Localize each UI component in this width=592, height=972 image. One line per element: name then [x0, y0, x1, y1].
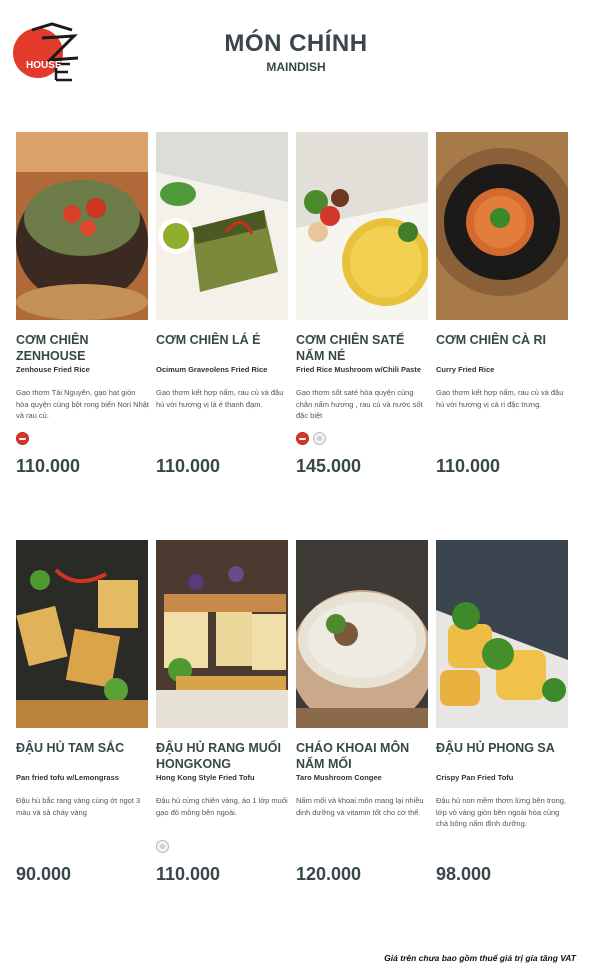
- dish-english-name: Crispy Pan Fried Tofu: [436, 773, 514, 782]
- dish-english-name: Fried Rice Mushroom w/Chili Paste: [296, 365, 422, 374]
- dish-badges: [16, 432, 33, 446]
- dish-description: Gạo thơm Tài Nguyên, gạo hạt giòn hòa qu…: [16, 388, 150, 420]
- dish-description: Gạo thơm kết hợp nấm, rau củ và đậu hủ v…: [156, 388, 284, 409]
- dish-description: Đậu hủ bắc rang vàng cùng ớt ngọt 3 màu …: [16, 796, 141, 817]
- dish-price: 120.000: [296, 864, 362, 884]
- dish-name: ĐẬU HỦ TAM SẮC: [16, 741, 125, 755]
- dish-price: 110.000: [156, 864, 221, 884]
- dish-photo: [156, 132, 288, 320]
- dish-price: 110.000: [16, 456, 81, 476]
- dish-badges: [296, 432, 330, 446]
- dish-description: Gạo thơm kết hợp nấm, rau củ và đậu hủ v…: [436, 388, 564, 409]
- vegetarian-badge-icon: [313, 432, 326, 445]
- dish-english-name: Ocimum Graveolens Fried Rice: [156, 365, 268, 374]
- dish-photo: [296, 132, 428, 320]
- dish-english-name: Hong Kong Style Fried Tofu: [156, 773, 255, 782]
- dish-price: 110.000: [156, 456, 221, 476]
- spicy-badge-icon: [16, 432, 29, 445]
- dish-description: Đậu hủ cừng chiên vàng, áo 1 lớp muối gạ…: [156, 796, 288, 817]
- dish-name: CƠM CHIÊN LÁ É: [156, 333, 261, 347]
- dish-english-name: Taro Mushroom Congee: [296, 773, 382, 782]
- dish-badges: [156, 840, 173, 854]
- dish-description: Gạo thơm sốt saté hòa quyện cùng chân nấ…: [296, 388, 423, 420]
- dish-photo: [16, 132, 148, 320]
- dish-english-name: Zenhouse Fried Rice: [16, 365, 90, 374]
- dish-photo: [296, 540, 428, 728]
- dish-photo: [16, 540, 148, 728]
- vat-footnote: Giá trên chưa bao gồm thuế giá trị gia t…: [384, 953, 576, 963]
- dish-english-name: Pan fried tofu w/Lemongrass: [16, 773, 119, 782]
- dish-description: Đậu hủ non mềm thơm lừng bên trong, lớp …: [436, 796, 567, 828]
- dish-name: CƠM CHIÊN SATẾ NẤM NÉ: [296, 333, 405, 363]
- dish-english-name: Curry Fried Rice: [436, 365, 495, 374]
- dish-price: 110.000: [436, 456, 501, 476]
- spicy-badge-icon: [296, 432, 309, 445]
- page-subtitle: MAINDISH: [266, 60, 326, 74]
- dish-description: Nấm mối và khoai môn mang lại nhiều dinh…: [296, 796, 424, 817]
- dish-price: 98.000: [436, 864, 492, 884]
- dish-photo: [156, 540, 288, 728]
- dish-name: ĐẬU HỦ PHONG SA: [436, 741, 555, 755]
- vegetarian-badge-icon: [156, 840, 169, 853]
- dish-photo: [436, 540, 568, 728]
- dish-name: ĐẬU HỦ RANG MUỐI HONGKONG: [156, 741, 281, 771]
- page-title: MÓN CHÍNH: [224, 30, 368, 57]
- dish-name: CHÁO KHOAI MÔN NẤM MỐI: [296, 741, 410, 771]
- dish-name: CƠM CHIÊN CÀ RI: [436, 333, 546, 347]
- dish-price: 145.000: [296, 456, 362, 476]
- dish-price: 90.000: [16, 864, 72, 884]
- dish-name: CƠM CHIÊN ZENHOUSE: [16, 333, 89, 363]
- dish-photo: [436, 132, 568, 320]
